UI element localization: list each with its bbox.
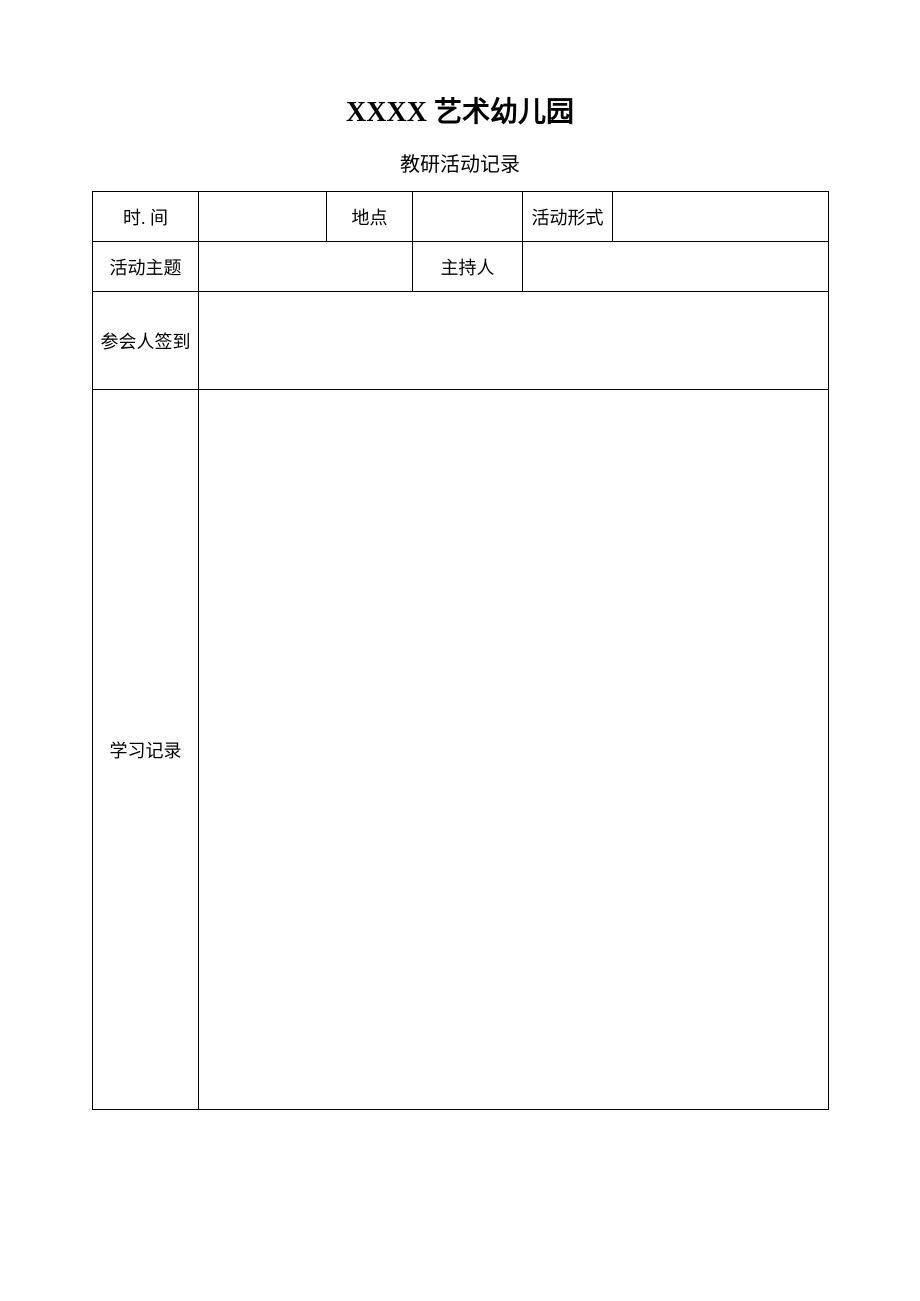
value-place[interactable] <box>413 192 523 242</box>
label-place: 地点 <box>327 192 413 242</box>
label-host: 主持人 <box>413 242 523 292</box>
title-prefix: XXXX <box>346 97 427 128</box>
value-time[interactable] <box>199 192 327 242</box>
label-attendees: 参会人签到 <box>93 292 199 390</box>
document-title: XXXX 艺术幼儿园 <box>92 90 828 130</box>
document-subtitle: 教研活动记录 <box>92 148 828 177</box>
label-record: 学习记录 <box>93 390 199 1110</box>
record-table: 时. 间 地点 活动形式 活动主题 主持人 参会人签到 学习记录 <box>92 191 829 1110</box>
label-topic: 活动主题 <box>93 242 199 292</box>
label-time: 时. 间 <box>93 192 199 242</box>
value-format[interactable] <box>613 192 829 242</box>
label-format: 活动形式 <box>523 192 613 242</box>
value-host[interactable] <box>523 242 829 292</box>
title-suffix: 艺术幼儿园 <box>427 97 574 128</box>
value-record[interactable] <box>199 390 829 1110</box>
value-topic[interactable] <box>199 242 413 292</box>
value-attendees[interactable] <box>199 292 829 390</box>
